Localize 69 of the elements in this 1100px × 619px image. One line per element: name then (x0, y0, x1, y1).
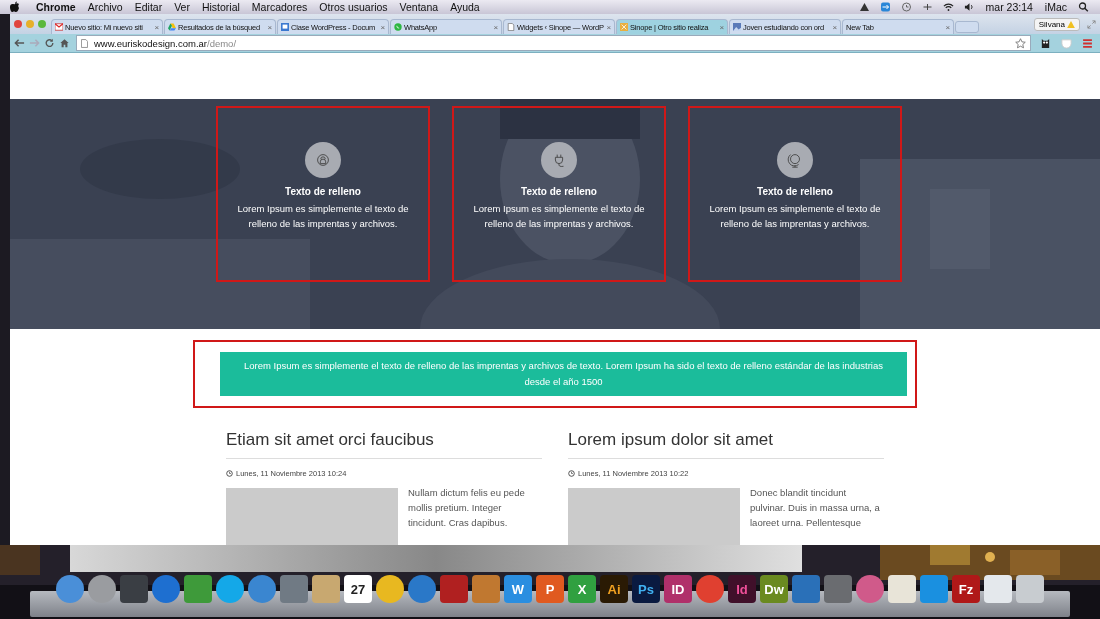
menu-item[interactable]: Marcadores (245, 1, 314, 13)
fullscreen-icon[interactable] (1087, 19, 1096, 29)
site-icon (620, 23, 628, 31)
close-icon[interactable]: × (380, 22, 385, 32)
close-icon[interactable]: × (267, 22, 272, 32)
close-icon[interactable]: × (606, 22, 611, 32)
warning-icon (1067, 20, 1075, 28)
post-title[interactable]: Lorem ipsum dolor sit amet (568, 430, 884, 459)
profile-button[interactable]: Silvana (1033, 17, 1080, 31)
chat-icon (394, 23, 402, 31)
zoom-button[interactable] (38, 20, 46, 28)
banner-text: Lorem Ipsum es simplemente el texto de relleno de las imprentas y archivos de texto. Lorem Ipsum ha sido el texto de relleno estándar de las industrias desde el año 1500 (220, 352, 907, 396)
move-icon[interactable] (921, 2, 933, 12)
volume-icon[interactable] (963, 2, 975, 12)
menu-item[interactable]: Archivo (81, 1, 129, 13)
feature-text: Lorem Ipsum es simplemente el texto de relleno de las imprentas y archivos. (472, 202, 646, 231)
menu-item[interactable]: Otros usuarios (313, 1, 394, 13)
feature-text: Lorem Ipsum es simplemente el texto de relleno de las imprentas y archivos. (236, 202, 410, 231)
menu-item[interactable]: Chrome (30, 1, 82, 13)
apple-logo-icon[interactable] (10, 1, 20, 13)
address-bar[interactable]: www.euriskodesign.com.ar/demo/ (76, 35, 1031, 51)
clock-text[interactable]: mar 23:14 (979, 1, 1039, 13)
pocket-icon[interactable] (1061, 37, 1072, 49)
menu-item[interactable]: Ver (168, 1, 196, 13)
post-excerpt: Nullam dictum felis eu pede mollis pretium. Integer tincidunt. Cras dapibus. (408, 486, 526, 530)
home-icon[interactable] (59, 38, 70, 48)
feature-title: Texto de relleno (757, 186, 833, 197)
mail-icon (55, 23, 63, 31)
owl-icon[interactable] (1040, 37, 1051, 49)
app-icon[interactable]: ID (664, 575, 692, 603)
feature-title: Texto de relleno (521, 186, 597, 197)
reload-icon[interactable] (44, 38, 55, 48)
document-icon (281, 23, 289, 31)
arrows-icon[interactable] (879, 2, 891, 12)
app-icon[interactable]: 27 (344, 575, 372, 603)
app-icon[interactable]: Dw (760, 575, 788, 603)
star-icon[interactable] (1015, 37, 1026, 49)
app-icon[interactable]: Ai (600, 575, 628, 603)
feature-text: Lorem Ipsum es simplemente el texto de relleno de las imprentas y archivos. (708, 202, 882, 231)
feature-title: Texto de relleno (285, 186, 361, 197)
clock-icon[interactable] (900, 2, 912, 12)
app-icon[interactable]: P (536, 575, 564, 603)
back-icon[interactable] (14, 38, 25, 48)
page-icon (507, 23, 515, 31)
clock-icon (226, 470, 233, 477)
menu-icon[interactable] (1082, 37, 1093, 49)
post-excerpt: Donec blandit tincidunt pulvinar. Duis in massa urna, a laoreet urna. Pellentesque (750, 486, 881, 530)
close-icon[interactable]: × (493, 22, 498, 32)
app-icon[interactable]: Fz (952, 575, 980, 603)
post-title[interactable]: Etiam sit amet orci faucibus (226, 430, 542, 459)
close-icon[interactable]: × (719, 22, 724, 32)
clock-icon (568, 470, 575, 477)
close-icon[interactable]: × (945, 22, 950, 32)
close-button[interactable] (14, 20, 22, 28)
user-name[interactable]: iMac (1038, 1, 1073, 13)
triangle-icon (168, 23, 176, 31)
menu-item[interactable]: Historial (195, 1, 246, 13)
triangle-icon[interactable] (858, 2, 870, 12)
search-icon[interactable] (1078, 2, 1089, 12)
close-icon[interactable]: × (832, 22, 837, 32)
page-icon (81, 38, 88, 48)
menu-item[interactable]: Ayuda (444, 1, 486, 13)
menu-item[interactable]: Editar (128, 1, 169, 13)
menu-item[interactable]: Ventana (393, 1, 445, 13)
image-icon (733, 23, 741, 31)
app-icon[interactable]: Ps (632, 575, 660, 603)
app-icon[interactable]: Id (728, 575, 756, 603)
close-icon[interactable]: × (154, 22, 159, 32)
wifi-icon[interactable] (942, 2, 954, 12)
